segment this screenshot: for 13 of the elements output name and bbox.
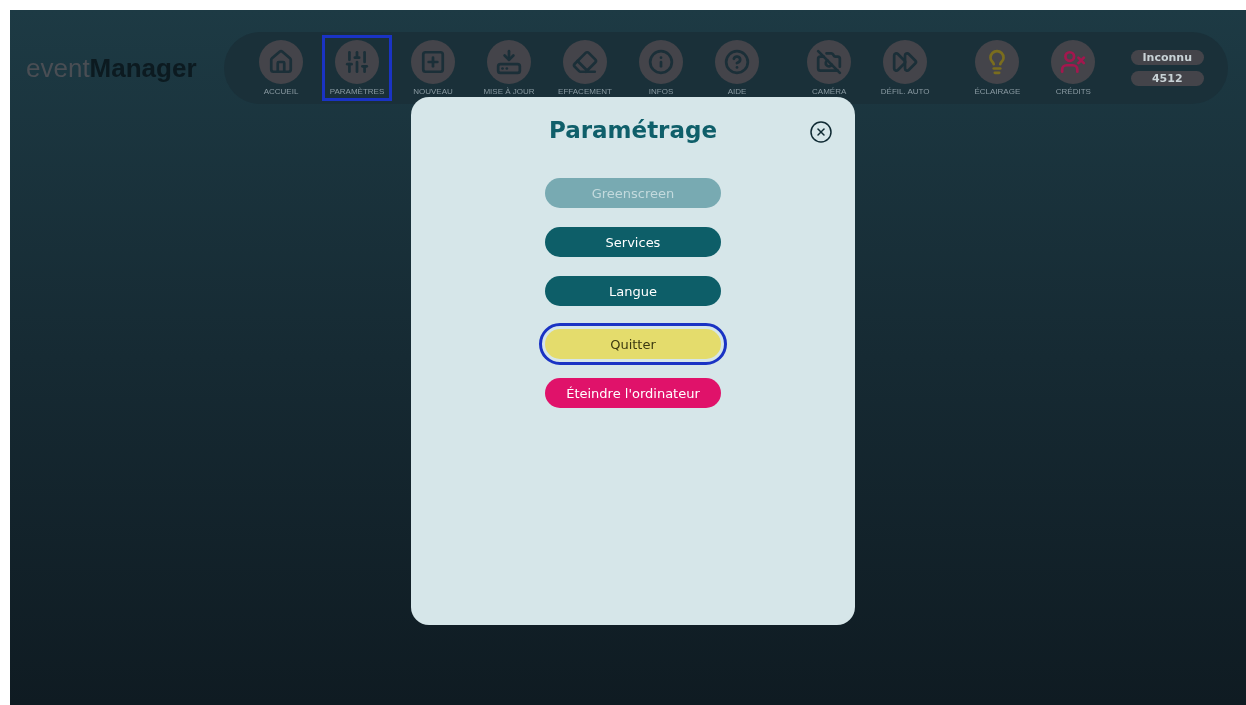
toolbar-button[interactable]: NOUVEAU [398,35,468,101]
user-name: Inconnu [1130,50,1204,65]
toolbar-button[interactable]: PARAMÈTRES [322,35,392,101]
dialog-title: Paramétrage [548,117,718,143]
toolbar-button[interactable]: CAMÉRA [794,35,865,101]
close-button[interactable] [809,120,833,144]
toolbar-button[interactable]: ACCUEIL [246,35,316,101]
toolbar-button[interactable]: DÉFIL. AUTO [870,35,941,101]
toolbar-button[interactable]: ÉCLAIRAGE [962,35,1033,101]
toolbar-button[interactable]: AIDE [702,35,772,101]
toolbar-button[interactable]: INFOS [626,35,696,101]
user-code: 4512 [1130,71,1204,86]
toolbar-button[interactable]: CRÉDITS [1038,35,1109,101]
